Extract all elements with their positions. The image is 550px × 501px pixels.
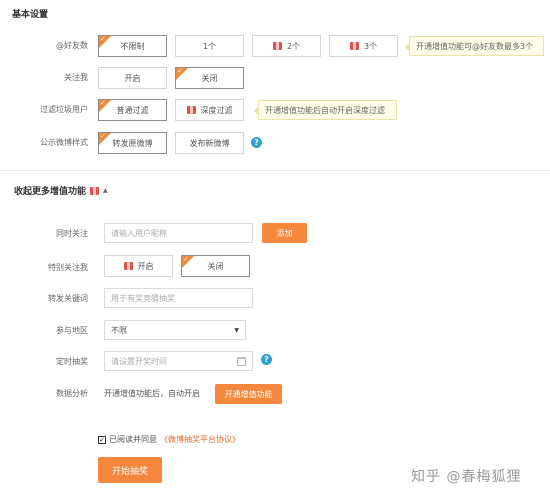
check-icon: ✓ — [177, 67, 183, 75]
gift-icon — [272, 42, 282, 50]
check-icon: ✓ — [100, 35, 106, 43]
add-button[interactable]: 添加 — [262, 223, 307, 243]
option-label: 关闭 — [207, 261, 224, 271]
option-label: 3个 — [363, 41, 378, 51]
style-option-new[interactable]: 发布新微博 — [175, 132, 244, 154]
advanced-settings-title[interactable]: 收起更多增值功能 ▲ — [14, 184, 108, 197]
option-label: 2个 — [286, 41, 301, 51]
follow-option-on[interactable]: 开启 — [98, 67, 167, 89]
gift-icon — [349, 42, 359, 50]
watermark: 知乎 @春梅狐狸 — [411, 469, 522, 485]
style-option-repost[interactable]: ✓ 转发原微博 — [98, 132, 167, 154]
check-icon: ✓ — [100, 132, 106, 140]
mention-tip: 开通增值功能可@好友数最多3个 — [405, 36, 544, 56]
option-label: 转发原微博 — [112, 138, 153, 148]
option-label: 开启 — [137, 261, 154, 271]
mention-option-2[interactable]: 2个 — [252, 35, 321, 57]
advanced-title-label: 收起更多增值功能 — [14, 187, 87, 197]
option-label: 不限制 — [120, 41, 145, 51]
gift-icon — [123, 262, 133, 270]
option-label: 关闭 — [201, 73, 218, 83]
follow-option-off[interactable]: ✓ 关闭 — [175, 67, 244, 89]
option-label: 普通过滤 — [116, 105, 149, 115]
agreement-text: 已阅读并同意 — [109, 435, 157, 444]
keyword-input[interactable]: 用于有奖竞猜抽奖 — [104, 288, 253, 308]
mention-option-1[interactable]: 1个 — [175, 35, 244, 57]
option-label: 1个 — [202, 41, 217, 51]
cofollow-label: 同时关注 — [56, 229, 88, 238]
gift-icon — [90, 186, 100, 195]
mention-option-3[interactable]: 3个 — [329, 35, 398, 57]
enable-premium-button[interactable]: 开通增值功能 — [215, 384, 282, 404]
option-label: 发布新微博 — [189, 138, 230, 148]
region-label: 参与地区 — [56, 326, 88, 335]
gift-icon — [186, 106, 196, 114]
keyword-label: 转发关键词 — [48, 294, 88, 303]
region-value: 不限 — [111, 325, 127, 335]
option-label: 开启 — [124, 73, 141, 83]
mention-count-label: @好友数 — [56, 41, 88, 50]
timer-label: 定时抽奖 — [56, 357, 88, 366]
dropdown-arrow-icon: ▼ — [234, 326, 239, 334]
filter-option-deep[interactable]: 深度过滤 — [175, 99, 244, 121]
check-icon: ✓ — [100, 99, 106, 107]
help-icon[interactable]: ? — [251, 137, 262, 148]
style-label: 公示微博样式 — [40, 138, 88, 147]
special-follow-label: 特别关注我 — [48, 263, 88, 272]
timer-placeholder: 请设置开奖时间 — [111, 356, 167, 366]
agreement-checkbox[interactable]: ✓ — [98, 436, 106, 444]
collapse-arrow-icon: ▲ — [103, 187, 108, 194]
check-icon: ✓ — [183, 255, 189, 263]
special-follow-option-off[interactable]: ✓ 关闭 — [181, 255, 250, 277]
filter-label: 过滤垃圾用户 — [40, 105, 88, 114]
special-follow-option-on[interactable]: 开启 — [104, 255, 173, 277]
option-label: 深度过滤 — [200, 105, 233, 115]
analytics-text: 开通增值功能后，自动开启 — [104, 389, 200, 398]
region-select[interactable]: 不限 ▼ — [104, 320, 246, 340]
agreement-link[interactable]: 《微博抽奖平台协议》 — [160, 434, 240, 446]
cofollow-input[interactable]: 请输入用户昵称 — [104, 223, 253, 243]
agreement-row: ✓ 已阅读并同意 《微博抽奖平台协议》 — [98, 434, 240, 446]
filter-option-normal[interactable]: ✓ 普通过滤 — [98, 99, 167, 121]
start-lottery-button[interactable]: 开始抽奖 — [98, 457, 162, 483]
calendar-icon — [237, 356, 246, 366]
section-divider — [0, 170, 550, 171]
mention-option-unlimited[interactable]: ✓ 不限制 — [98, 35, 167, 57]
help-icon[interactable]: ? — [261, 354, 272, 365]
basic-settings-title: 基本设置 — [12, 10, 49, 20]
analytics-label: 数据分析 — [56, 389, 88, 398]
timer-input[interactable]: 请设置开奖时间 — [104, 351, 253, 371]
follow-label: 关注我 — [64, 73, 88, 82]
filter-tip: 开通增值功能后自动开启深度过滤 — [254, 100, 397, 120]
